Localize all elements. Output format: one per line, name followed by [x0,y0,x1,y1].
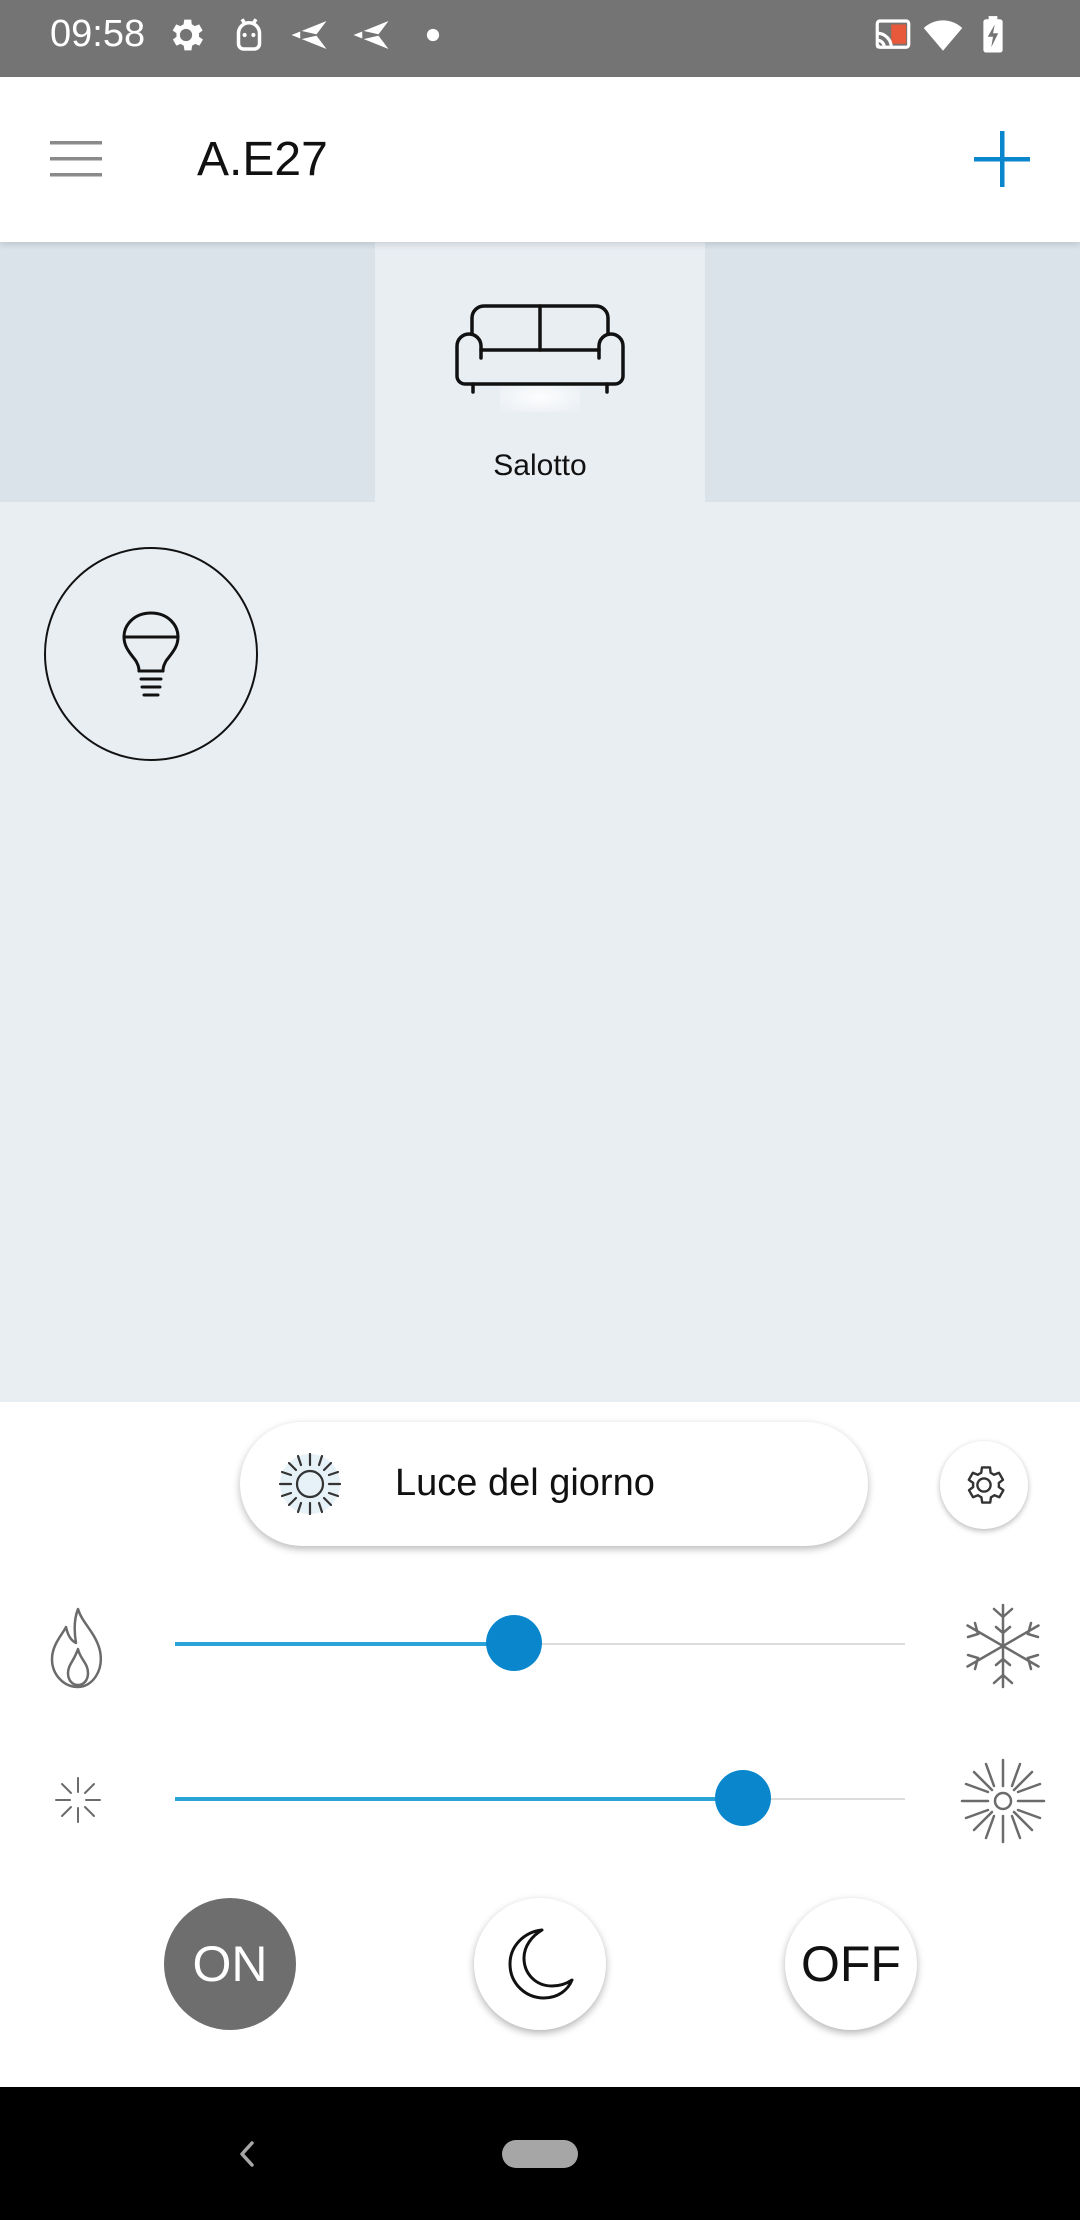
off-button[interactable]: OFF [785,1898,917,2030]
device-lightbulb-button[interactable] [44,547,258,761]
temperature-slider-track[interactable] [175,1615,905,1671]
brightness-slider-thumb[interactable] [714,1770,771,1826]
snowflake-icon [966,1603,1040,1689]
temperature-slider-row [0,1595,1080,1695]
control-panel: Luce del giorno ON OFF [0,1402,1080,2087]
moon-icon [508,1928,574,2000]
status-bar: 09:58 [0,0,1080,77]
send-icon [291,21,327,49]
room-tab-salotto[interactable]: Salotto [375,242,705,502]
rooms-strip: Salotto [0,242,1080,502]
temperature-slider-thumb[interactable] [486,1615,543,1671]
gear-icon [172,19,203,51]
brightness-slider-fill [175,1797,743,1801]
chevron-left-icon[interactable] [222,2129,272,2179]
temperature-slider-fill [175,1642,515,1646]
sun-icon [278,1452,342,1516]
scene-selector-button[interactable]: Luce del giorno [240,1422,868,1546]
cast-icon [875,19,911,49]
app-bar: A.E27 [0,77,1080,242]
brightness-slider-row [0,1750,1080,1850]
page-title: A.E27 [197,133,328,186]
on-button[interactable]: ON [164,1898,296,2030]
dot-icon [426,28,440,42]
plus-icon [974,131,1030,187]
android-icon [236,18,262,51]
scene-label: Luce del giorno [395,1462,655,1504]
brightness-slider-track[interactable] [175,1770,905,1826]
lightbulb-icon [122,611,180,697]
add-button[interactable] [962,119,1042,199]
night-mode-button[interactable] [474,1898,606,2030]
menu-button[interactable] [40,122,114,196]
gear-icon [967,1466,1005,1504]
send-icon [353,21,389,49]
bright-sun-icon [960,1758,1046,1844]
hamburger-menu-icon [50,141,102,177]
room-label: Salotto [493,449,587,482]
wifi-icon [923,20,963,51]
navigation-bar [0,2087,1080,2220]
flame-icon [50,1607,103,1689]
home-pill-icon[interactable] [502,2140,578,2168]
status-time: 09:58 [50,13,146,55]
sofa-icon [455,304,625,394]
battery-charging-icon [983,16,1003,53]
settings-button[interactable] [940,1441,1028,1529]
dim-sparkle-icon [55,1777,101,1823]
